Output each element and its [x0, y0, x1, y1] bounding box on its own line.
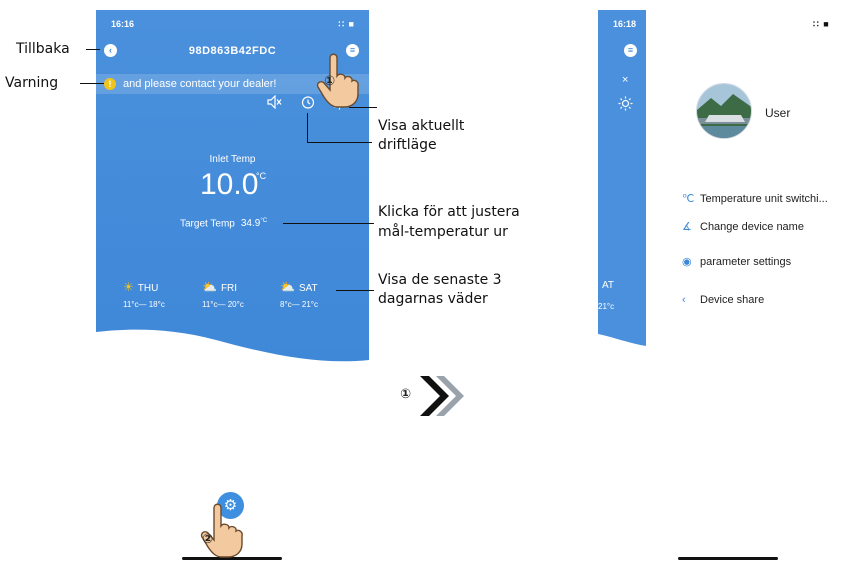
menu-item-label: Device share: [700, 294, 765, 306]
leader-line-weather: [336, 290, 374, 291]
leader-line-target: [283, 223, 374, 224]
menu-item-label: Temperature unit switchi...: [700, 193, 828, 205]
side-menu-phone: 16:18 ≡ × AT 21°c ∷ ■ User ℃ Temperature …: [598, 10, 862, 564]
weather-day-label: FRI: [220, 283, 238, 294]
menu-item-temperature-unit[interactable]: ℃ Temperature unit switchi...: [682, 192, 828, 205]
annotation-target-line1: Klicka för att justera: [378, 204, 520, 220]
status-time: 16:18: [613, 19, 637, 29]
temperature-unit-icon: ℃: [682, 193, 695, 205]
menu-item-device-share[interactable]: ‹ Device share: [682, 294, 764, 306]
menu-button[interactable]: ≡: [624, 44, 637, 57]
dimmed-main-screen: 16:18 ≡ × AT 21°c: [598, 10, 646, 564]
annotation-mode-line1: Visa aktuellt: [378, 118, 465, 134]
warning-text: and please contact your dealer!: [123, 78, 277, 90]
step-two-badge: ②: [202, 532, 214, 547]
weather-temp-range: 11°c— 18°c: [123, 300, 165, 309]
sun-icon: [618, 96, 633, 114]
menu-item-change-device-name[interactable]: ∡ Change device name: [682, 220, 804, 233]
weather-day-fri: ⛅ FRI 11°c— 20°c: [202, 280, 244, 309]
annotation-weather-line2: dagarnas väder: [378, 291, 488, 307]
edit-name-icon: ∡: [682, 221, 692, 233]
sun-icon: ☀: [123, 280, 134, 294]
inlet-temp-label: Inlet Temp: [209, 154, 256, 165]
chevron-right-icon: [420, 376, 464, 416]
annotation-mode-line2: driftläge: [378, 137, 437, 153]
step-one-badge: ①: [324, 74, 336, 89]
status-signal-battery: ∷ ■: [813, 19, 830, 29]
inlet-temp-value: 10.0: [200, 168, 259, 201]
leader-line-back: [86, 49, 100, 50]
weather-day-label: THU: [137, 283, 159, 294]
weather-temp-range: 11°c— 20°c: [202, 300, 244, 309]
status-signal-battery: ∷ ■: [338, 19, 355, 29]
close-icon[interactable]: ×: [622, 74, 628, 86]
menu-item-label: parameter settings: [700, 256, 792, 268]
inlet-temp-unit: °C: [256, 171, 267, 181]
annotation-target-line2: mål-temperatur ur: [378, 224, 508, 240]
avatar[interactable]: [696, 83, 752, 139]
leader-line-warning: [80, 83, 104, 84]
target-temp-unit: °C: [260, 218, 268, 224]
menu-item-parameter-settings[interactable]: ◉ parameter settings: [682, 255, 791, 268]
annotation-warning: Varning: [5, 75, 59, 91]
target-temp-value: 34.9: [240, 218, 261, 230]
weather-temp-range: 8°c— 21°c: [280, 300, 318, 309]
home-indicator: [678, 557, 778, 560]
target-temp-label: Target Temp: [180, 218, 235, 230]
user-name: User: [765, 106, 791, 120]
weather-day-thu: ☀ THU 11°c— 18°c: [123, 280, 165, 309]
step-one-badge: ①: [400, 387, 412, 402]
weather-day-partial: AT: [602, 280, 615, 291]
annotation-back: Tillbaka: [16, 41, 70, 57]
parameter-icon: ◉: [682, 256, 692, 268]
partly-cloudy-icon: ⛅: [202, 280, 217, 294]
tap-hand-icon: [316, 53, 359, 108]
status-time: 16:16: [111, 19, 135, 29]
tap-hand-icon: [200, 503, 243, 558]
partly-cloudy-icon: ⛅: [280, 280, 295, 294]
weather-day-label: SAT: [298, 283, 318, 294]
leader-line-mode: [307, 142, 372, 143]
target-temp-control[interactable]: Target Temp 34.9°C: [180, 218, 267, 229]
share-icon: ‹: [682, 294, 686, 306]
weather-range-partial: 21°c: [598, 302, 615, 311]
mute-icon[interactable]: [267, 94, 283, 113]
warning-icon: !: [104, 78, 116, 90]
leader-line-mode-vertical: [307, 113, 308, 142]
annotation-weather-line1: Visa de senaste 3: [378, 272, 502, 288]
weather-day-sat: ⛅ SAT 8°c— 21°c: [280, 280, 318, 309]
menu-item-label: Change device name: [700, 221, 804, 233]
